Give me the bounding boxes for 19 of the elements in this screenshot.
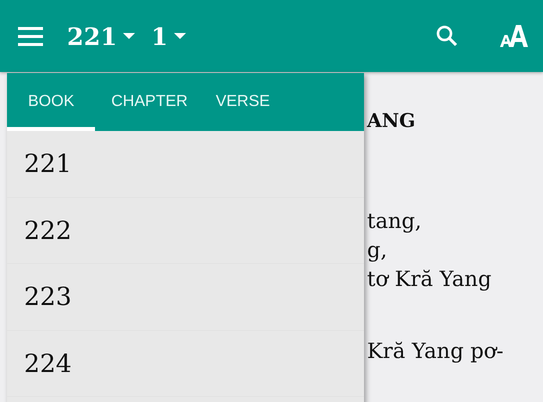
verse-text: tang, [367,208,422,235]
book-item[interactable]: 223 [7,264,364,330]
book-dropdown[interactable]: 221 [67,22,136,50]
text-size-icon[interactable] [499,25,529,47]
chapter-dropdown[interactable]: 1 [151,22,186,50]
verse-text: tơ Kră Yang [367,266,492,293]
picker-tab[interactable]: CHAPTER [95,73,200,131]
chapter-heading: ANG [367,110,416,132]
picker-tab[interactable]: VERSE [200,73,282,131]
search-icon[interactable] [435,24,459,48]
book-item[interactable]: 224 [7,330,364,397]
menu-icon[interactable] [18,26,44,46]
verse-text: g, [367,237,388,264]
caret-icon [123,32,136,40]
caret-icon [174,32,186,40]
book-item[interactable]: 222 [7,198,364,264]
verse-text: Kră Yang pơ- [367,338,504,365]
book-item[interactable]: 221 [7,131,364,198]
picker-tab[interactable]: BOOK [7,73,96,131]
